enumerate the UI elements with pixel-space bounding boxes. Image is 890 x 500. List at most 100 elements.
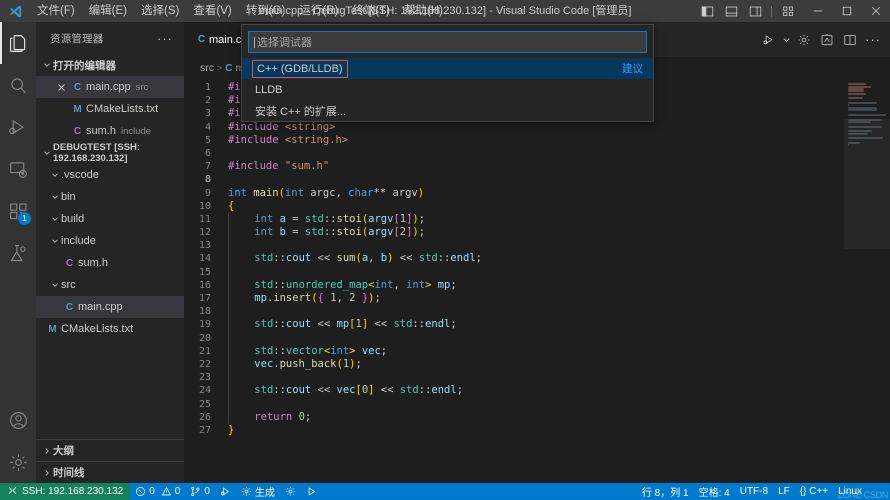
activitybar-item-run-and-debug[interactable] bbox=[0, 106, 36, 148]
code-editor[interactable]: 1#include <iostream>2#include <unordered… bbox=[184, 79, 844, 483]
debug-run-icon bbox=[220, 487, 229, 496]
sidebar-explorer: 资源管理器 ··· 打开的编辑器 C main.cpp src M CMakeL… bbox=[36, 22, 184, 483]
toggle-secondary-sidebar-icon[interactable] bbox=[744, 0, 766, 22]
menu-view[interactable]: 查看(V) bbox=[186, 0, 238, 22]
line-number: 13 bbox=[198, 240, 211, 252]
close-button[interactable] bbox=[861, 0, 890, 22]
tree-item-main-cpp[interactable]: C main.cpp bbox=[36, 296, 184, 318]
minimize-button[interactable] bbox=[803, 0, 832, 22]
code-text: int a = std::stoi(argv[1]); bbox=[228, 212, 425, 227]
activitybar-item-testing[interactable] bbox=[0, 232, 36, 274]
line-number: 10 bbox=[198, 200, 211, 212]
status-source-control[interactable]: 0 bbox=[185, 483, 215, 500]
code-line: 15 bbox=[184, 265, 844, 279]
code-text: vec.push_back(1); bbox=[228, 357, 362, 372]
line-number: 21 bbox=[198, 345, 211, 357]
activitybar-item-settings[interactable] bbox=[0, 441, 36, 483]
code-line: 26 return 0; bbox=[184, 410, 844, 424]
menu-help[interactable]: 帮助(H) bbox=[397, 0, 450, 22]
open-editor-label: CMakeLists.txt bbox=[86, 103, 159, 115]
activity-bar: 1 bbox=[0, 22, 36, 483]
run-chevron-icon[interactable] bbox=[781, 29, 792, 51]
customize-layout-icon[interactable] bbox=[777, 0, 799, 22]
status-cmake-launch[interactable] bbox=[301, 483, 322, 500]
open-editor-cmakelists[interactable]: M CMakeLists.txt bbox=[36, 98, 184, 120]
status-problems[interactable]: 0 0 bbox=[130, 483, 185, 500]
status-platform[interactable]: Linux bbox=[833, 483, 890, 500]
status-encoding[interactable]: UTF-8 bbox=[735, 483, 773, 500]
menu-selection[interactable]: 选择(S) bbox=[134, 0, 186, 22]
section-workspace[interactable]: DEBUGTEST [SSH: 192.168.230.132] bbox=[36, 142, 184, 164]
status-cursor-position[interactable]: 行 8，列 1 bbox=[637, 483, 694, 500]
line-number: 5 bbox=[204, 134, 211, 146]
toggle-primary-sidebar-icon[interactable] bbox=[696, 0, 718, 22]
status-cmake-debug[interactable] bbox=[215, 483, 236, 500]
quick-pick-input[interactable]: 选择调试器 bbox=[248, 31, 647, 53]
activitybar-item-remote-explorer[interactable] bbox=[0, 148, 36, 190]
gear-icon bbox=[241, 487, 251, 496]
code-text: std::cout << mp[1] << std::endl; bbox=[228, 318, 457, 332]
tree-item-src[interactable]: src bbox=[36, 274, 184, 296]
menu-file[interactable]: 文件(F) bbox=[30, 0, 82, 22]
run-or-debug-icon[interactable] bbox=[758, 29, 780, 51]
open-editor-sum-h[interactable]: C sum.h include bbox=[36, 120, 184, 142]
vscode-window: 文件(F) 编辑(E) 选择(S) 查看(V) 转到(G) 运行(R) 终端(T… bbox=[0, 0, 890, 500]
run-cmake-icon[interactable] bbox=[816, 29, 838, 51]
activitybar-item-accounts[interactable] bbox=[0, 399, 36, 441]
code-text bbox=[228, 305, 229, 319]
code-text bbox=[228, 371, 229, 385]
breadcrumb-src[interactable]: src bbox=[200, 62, 214, 74]
activitybar-item-extensions[interactable]: 1 bbox=[0, 190, 36, 232]
tree-item-label: main.cpp bbox=[78, 301, 123, 313]
menu-terminal[interactable]: 终端(T) bbox=[345, 0, 397, 22]
close-icon[interactable] bbox=[53, 83, 69, 92]
quick-pick-item-lldb[interactable]: LLDB bbox=[242, 79, 653, 100]
cpp-file-icon: C bbox=[197, 34, 206, 45]
menu-go[interactable]: 转到(G) bbox=[239, 0, 293, 22]
activitybar-bottom bbox=[0, 399, 36, 483]
tree-item-build[interactable]: build bbox=[36, 208, 184, 230]
activitybar-item-search[interactable] bbox=[0, 64, 36, 106]
activitybar-item-explorer[interactable] bbox=[0, 22, 36, 64]
open-editor-desc: src bbox=[135, 81, 149, 93]
line-number: 1 bbox=[204, 82, 211, 93]
minimap[interactable] bbox=[844, 79, 890, 483]
quick-pick-item-cpp-gdb-lldb[interactable]: C++ (GDB/LLDB) 建议 bbox=[242, 58, 653, 79]
section-outline-label: 大纲 bbox=[53, 445, 74, 457]
more-actions-icon[interactable]: ··· bbox=[862, 29, 884, 51]
quick-pick-item-label: LLDB bbox=[255, 83, 283, 96]
code-line: 14 std::cout << sum(a, b) << std::endl; bbox=[184, 252, 844, 266]
code-line: 8 bbox=[184, 173, 844, 186]
split-editor-right-icon[interactable] bbox=[839, 29, 861, 51]
line-number: 25 bbox=[198, 398, 211, 410]
status-remote-host[interactable]: SSH: 192.168.230.132 bbox=[0, 483, 131, 500]
status-indentation[interactable]: 空格: 4 bbox=[694, 483, 735, 500]
quick-pick-item-install-cpp-extension[interactable]: 安装 C++ 的扩展... bbox=[242, 100, 653, 121]
line-number: 3 bbox=[204, 108, 211, 120]
status-cmake-build[interactable]: 生成 bbox=[236, 483, 280, 500]
section-outline[interactable]: 大纲 bbox=[36, 439, 184, 461]
tree-item-cmakelists[interactable]: M CMakeLists.txt bbox=[36, 318, 184, 340]
menu-edit[interactable]: 编辑(E) bbox=[82, 0, 134, 22]
status-language-mode[interactable]: {} C++ bbox=[795, 483, 833, 500]
sidebar-more-actions-icon[interactable]: ··· bbox=[152, 31, 178, 46]
gear-small-icon bbox=[286, 487, 295, 496]
status-cmake-config[interactable] bbox=[280, 483, 301, 500]
section-timeline[interactable]: 时间线 bbox=[36, 461, 184, 483]
layout-controls bbox=[696, 0, 803, 22]
quick-pick-item-label: C++ (GDB/LLDB) bbox=[252, 59, 348, 78]
line-number: 2 bbox=[204, 95, 211, 107]
open-editor-main-cpp[interactable]: C main.cpp src bbox=[36, 76, 184, 98]
workspace-label: DEBUGTEST [SSH: 192.168.230.132] bbox=[53, 142, 141, 164]
menu-run[interactable]: 运行(R) bbox=[292, 0, 345, 22]
status-eol[interactable]: LF bbox=[773, 483, 795, 500]
tree-item-sum-h[interactable]: C sum.h bbox=[36, 252, 184, 274]
tree-item-include[interactable]: include bbox=[36, 230, 184, 252]
section-open-editors[interactable]: 打开的编辑器 bbox=[36, 54, 184, 76]
maximize-button[interactable] bbox=[832, 0, 861, 22]
minimap-slider[interactable] bbox=[844, 119, 890, 249]
tree-item-vscode[interactable]: .vscode bbox=[36, 164, 184, 186]
settings-gear-icon[interactable] bbox=[793, 29, 815, 51]
toggle-panel-icon[interactable] bbox=[720, 0, 742, 22]
tree-item-bin[interactable]: bin bbox=[36, 186, 184, 208]
